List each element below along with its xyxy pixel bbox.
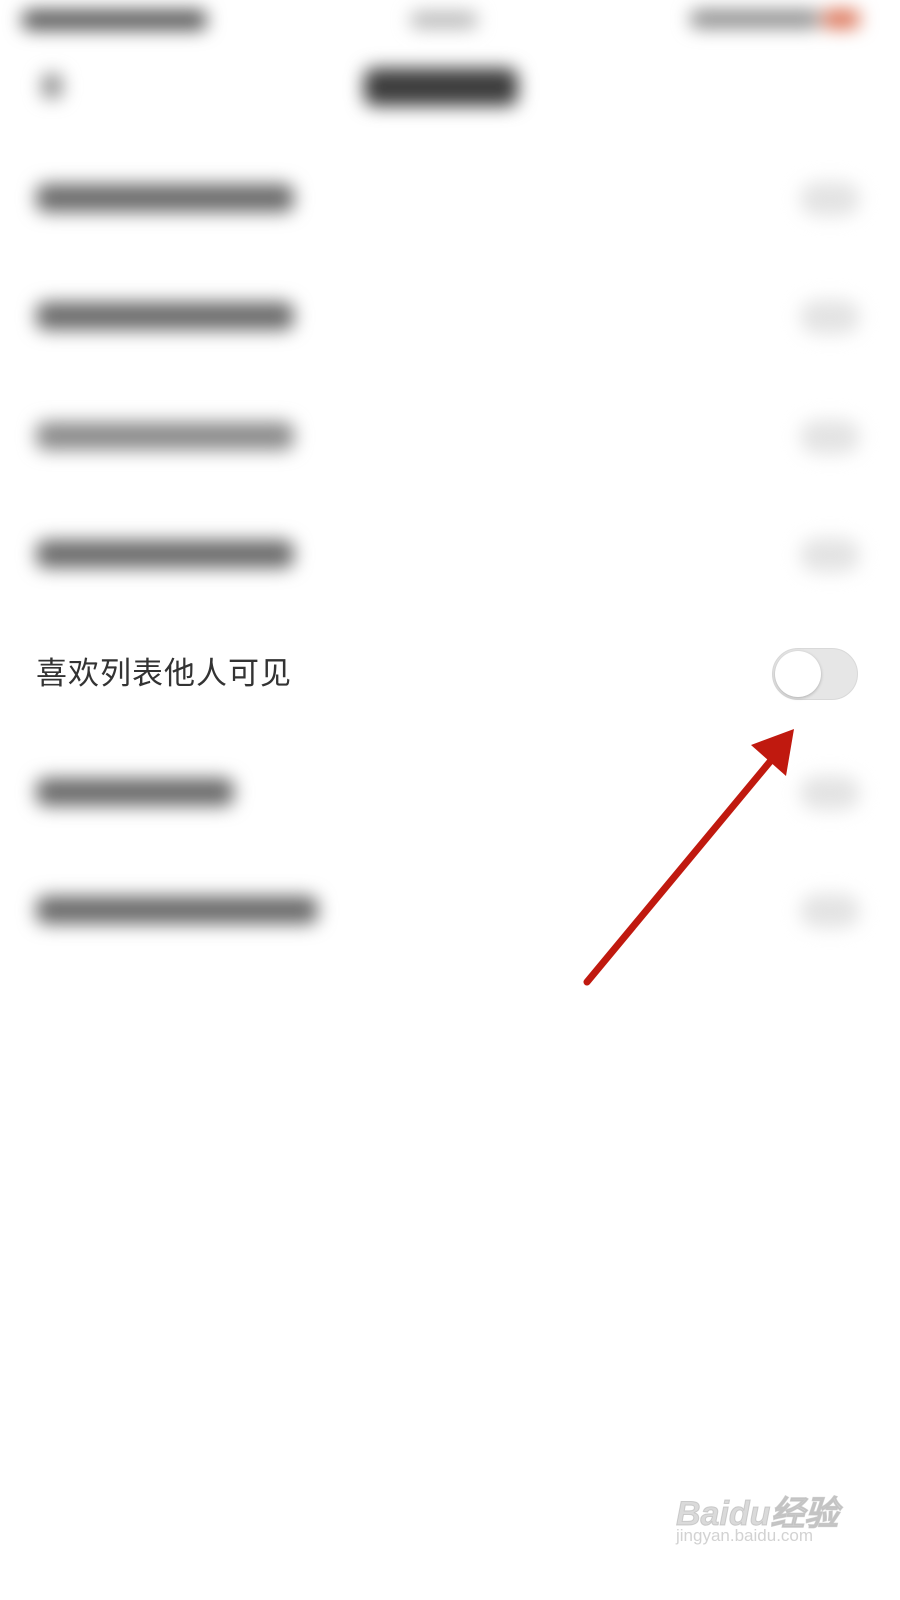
- status-bar-left: [22, 10, 207, 30]
- toggle-switch[interactable]: [800, 300, 860, 334]
- settings-row-blurred[interactable]: [0, 734, 900, 854]
- toggle-switch[interactable]: [800, 776, 860, 810]
- like-list-visible-toggle[interactable]: [772, 648, 858, 700]
- toggle-switch[interactable]: [800, 894, 860, 928]
- battery-icon: [822, 10, 860, 28]
- status-bar-center: [410, 12, 478, 28]
- settings-row-blurred[interactable]: [0, 852, 900, 972]
- settings-row-label: [36, 184, 294, 212]
- toggle-knob[interactable]: [775, 651, 821, 697]
- settings-row-label: [36, 422, 294, 450]
- status-bar: [0, 0, 900, 48]
- settings-row-blurred[interactable]: [0, 496, 900, 616]
- status-bar-right: [690, 10, 820, 28]
- settings-row-label: [36, 778, 234, 806]
- like-list-visible-label: 喜欢列表他人可见: [36, 656, 292, 692]
- settings-row-like-list-visible[interactable]: 喜欢列表他人可见: [0, 616, 900, 732]
- toggle-switch[interactable]: [800, 182, 860, 216]
- settings-row-blurred[interactable]: [0, 378, 900, 498]
- settings-row-blurred[interactable]: [0, 258, 900, 378]
- watermark-url: jingyan.baidu.com: [676, 1526, 814, 1545]
- settings-row-blurred[interactable]: [0, 140, 900, 260]
- back-arrow-icon[interactable]: [42, 74, 62, 98]
- settings-row-label: [36, 302, 294, 330]
- toggle-switch[interactable]: [800, 420, 860, 454]
- blurred-background: [0, 0, 900, 1600]
- settings-row-label: [36, 540, 294, 568]
- settings-row-label: [36, 896, 318, 924]
- toggle-switch[interactable]: [800, 538, 860, 572]
- page-title: [364, 68, 518, 106]
- baidu-jingyan-watermark: Baidu经验 jingyan.baidu.com: [672, 1472, 842, 1552]
